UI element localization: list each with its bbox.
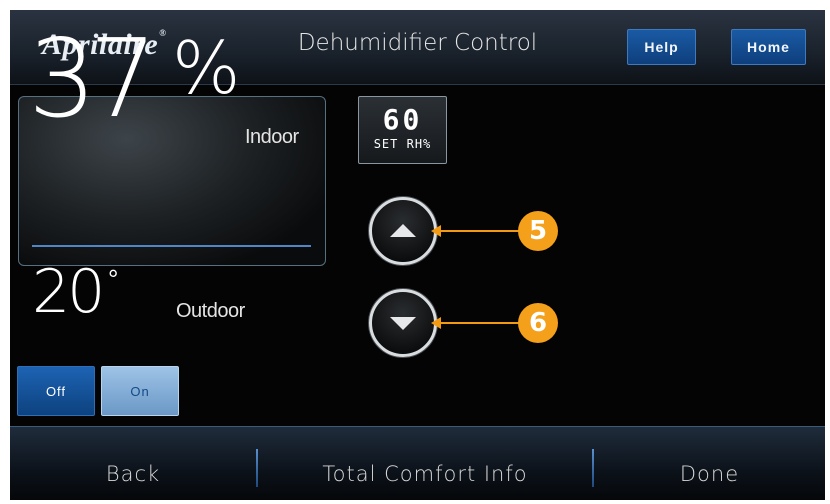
home-button[interactable]: Home xyxy=(731,29,806,65)
indoor-humidity-unit: % xyxy=(172,26,241,110)
done-button[interactable]: Done xyxy=(594,427,825,500)
outdoor-label: Outdoor xyxy=(176,300,245,322)
thermostat-screen: Aprilaire® Dehumidifier Control Help Hom… xyxy=(10,10,825,500)
indoor-label: Indoor xyxy=(245,126,299,148)
total-comfort-info-button[interactable]: Total Comfort Info xyxy=(258,427,592,500)
up-arrow-icon xyxy=(390,224,416,237)
on-button[interactable]: On xyxy=(101,366,179,416)
outdoor-temperature-value: 20 xyxy=(32,257,105,327)
help-button[interactable]: Help xyxy=(627,29,696,65)
setpoint-label: SET RH% xyxy=(373,137,432,151)
setpoint-display: 60 SET RH% xyxy=(358,96,447,164)
footer-bar: Back Total Comfort Info Done xyxy=(10,426,825,500)
degree-symbol: ° xyxy=(108,264,119,294)
callout-5-line xyxy=(440,230,520,232)
off-button[interactable]: Off xyxy=(17,366,95,416)
setpoint-value: 60 xyxy=(382,103,423,136)
reading-divider xyxy=(32,245,311,247)
callout-6-badge: 6 xyxy=(518,303,558,343)
back-button[interactable]: Back xyxy=(10,427,256,500)
callout-6-line xyxy=(440,322,520,324)
callout-5-badge: 5 xyxy=(518,211,558,251)
indoor-humidity-value: 37 xyxy=(28,17,157,142)
decrease-setpoint-button[interactable] xyxy=(369,289,437,357)
increase-setpoint-button[interactable] xyxy=(369,197,437,265)
down-arrow-icon xyxy=(390,317,416,330)
